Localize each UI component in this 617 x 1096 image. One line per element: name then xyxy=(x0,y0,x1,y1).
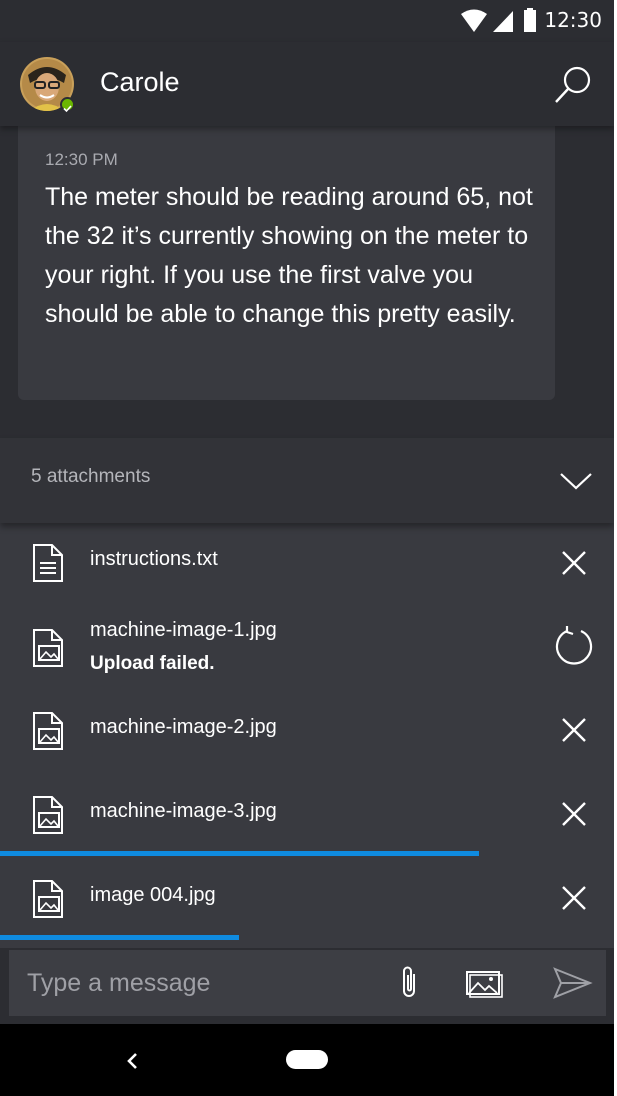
close-icon xyxy=(562,551,586,575)
check-icon xyxy=(63,105,72,113)
attachment-name: image 004.jpg xyxy=(90,884,216,906)
status-time: 12:30 xyxy=(544,8,602,32)
conversation[interactable]: 12:30 PM The meter should be reading aro… xyxy=(0,126,614,438)
presence-badge xyxy=(60,97,75,113)
compose-box xyxy=(9,950,606,1016)
back-icon xyxy=(127,1053,137,1069)
attachments-count: 5 attachments xyxy=(31,466,151,487)
image-file-icon xyxy=(33,629,63,667)
attachment-name: machine-image-1.jpg xyxy=(90,619,277,641)
search-icon xyxy=(555,66,591,103)
attachment-name: machine-image-3.jpg xyxy=(90,800,277,822)
image-file-icon xyxy=(33,796,63,834)
attachment-item[interactable]: machine-image-2.jpg xyxy=(0,691,614,775)
remove-attachment-button[interactable] xyxy=(552,876,596,920)
compose-bar xyxy=(0,948,614,1024)
upload-progress-bar xyxy=(0,935,239,940)
image-file-icon xyxy=(33,880,63,918)
attach-file-button[interactable] xyxy=(387,961,431,1005)
send-icon xyxy=(553,967,593,999)
attachment-item[interactable]: machine-image-1.jpg Upload failed. xyxy=(0,607,614,691)
upload-progress-bar xyxy=(0,851,479,856)
signal-icon xyxy=(493,11,513,32)
remove-attachment-button[interactable] xyxy=(552,708,596,752)
document-icon xyxy=(33,544,63,582)
attachment-item[interactable]: instructions.txt xyxy=(0,523,614,607)
wifi-icon xyxy=(461,9,487,32)
close-icon xyxy=(562,718,586,742)
message-time: 12:30 PM xyxy=(45,150,118,169)
message-bubble[interactable]: 12:30 PM The meter should be reading aro… xyxy=(18,126,555,400)
message-text: The meter should be reading around 65, n… xyxy=(45,183,533,328)
battery-icon xyxy=(524,10,536,32)
close-icon xyxy=(562,802,586,826)
attachment-item[interactable]: machine-image-3.jpg xyxy=(0,775,614,859)
attach-image-button[interactable] xyxy=(461,961,505,1005)
remove-attachment-button[interactable] xyxy=(552,792,596,836)
paperclip-icon xyxy=(403,966,415,997)
screen: 12:30 Carole 12:30 PM The meter should b… xyxy=(0,0,614,1096)
search-button[interactable] xyxy=(552,64,594,106)
navigation-bar xyxy=(0,1024,614,1096)
image-icon xyxy=(466,971,503,998)
collapse-attachments-button[interactable] xyxy=(556,462,596,502)
attachment-name: machine-image-2.jpg xyxy=(90,716,277,738)
status-icons xyxy=(461,8,536,32)
attachments-list[interactable]: instructions.txt machine-image-1.jpg Upl… xyxy=(0,523,614,948)
upload-failed-status: Upload failed. xyxy=(90,653,215,674)
image-file-icon xyxy=(33,712,63,750)
home-icon[interactable] xyxy=(286,1050,328,1069)
attachment-name: instructions.txt xyxy=(90,548,218,570)
status-bar: 12:30 xyxy=(0,0,614,42)
close-icon xyxy=(562,886,586,910)
retry-icon xyxy=(555,626,593,665)
send-button[interactable] xyxy=(550,961,594,1005)
retry-upload-button[interactable] xyxy=(552,625,596,669)
message-input[interactable] xyxy=(17,962,377,1004)
attachment-item[interactable]: image 004.jpg xyxy=(0,859,614,943)
chat-header: Carole xyxy=(0,42,614,126)
contact-name[interactable]: Carole xyxy=(100,67,180,98)
back-button[interactable] xyxy=(118,1044,148,1078)
remove-attachment-button[interactable] xyxy=(552,541,596,585)
attachments-header[interactable]: 5 attachments xyxy=(0,438,614,523)
chevron-down-icon xyxy=(560,473,592,490)
